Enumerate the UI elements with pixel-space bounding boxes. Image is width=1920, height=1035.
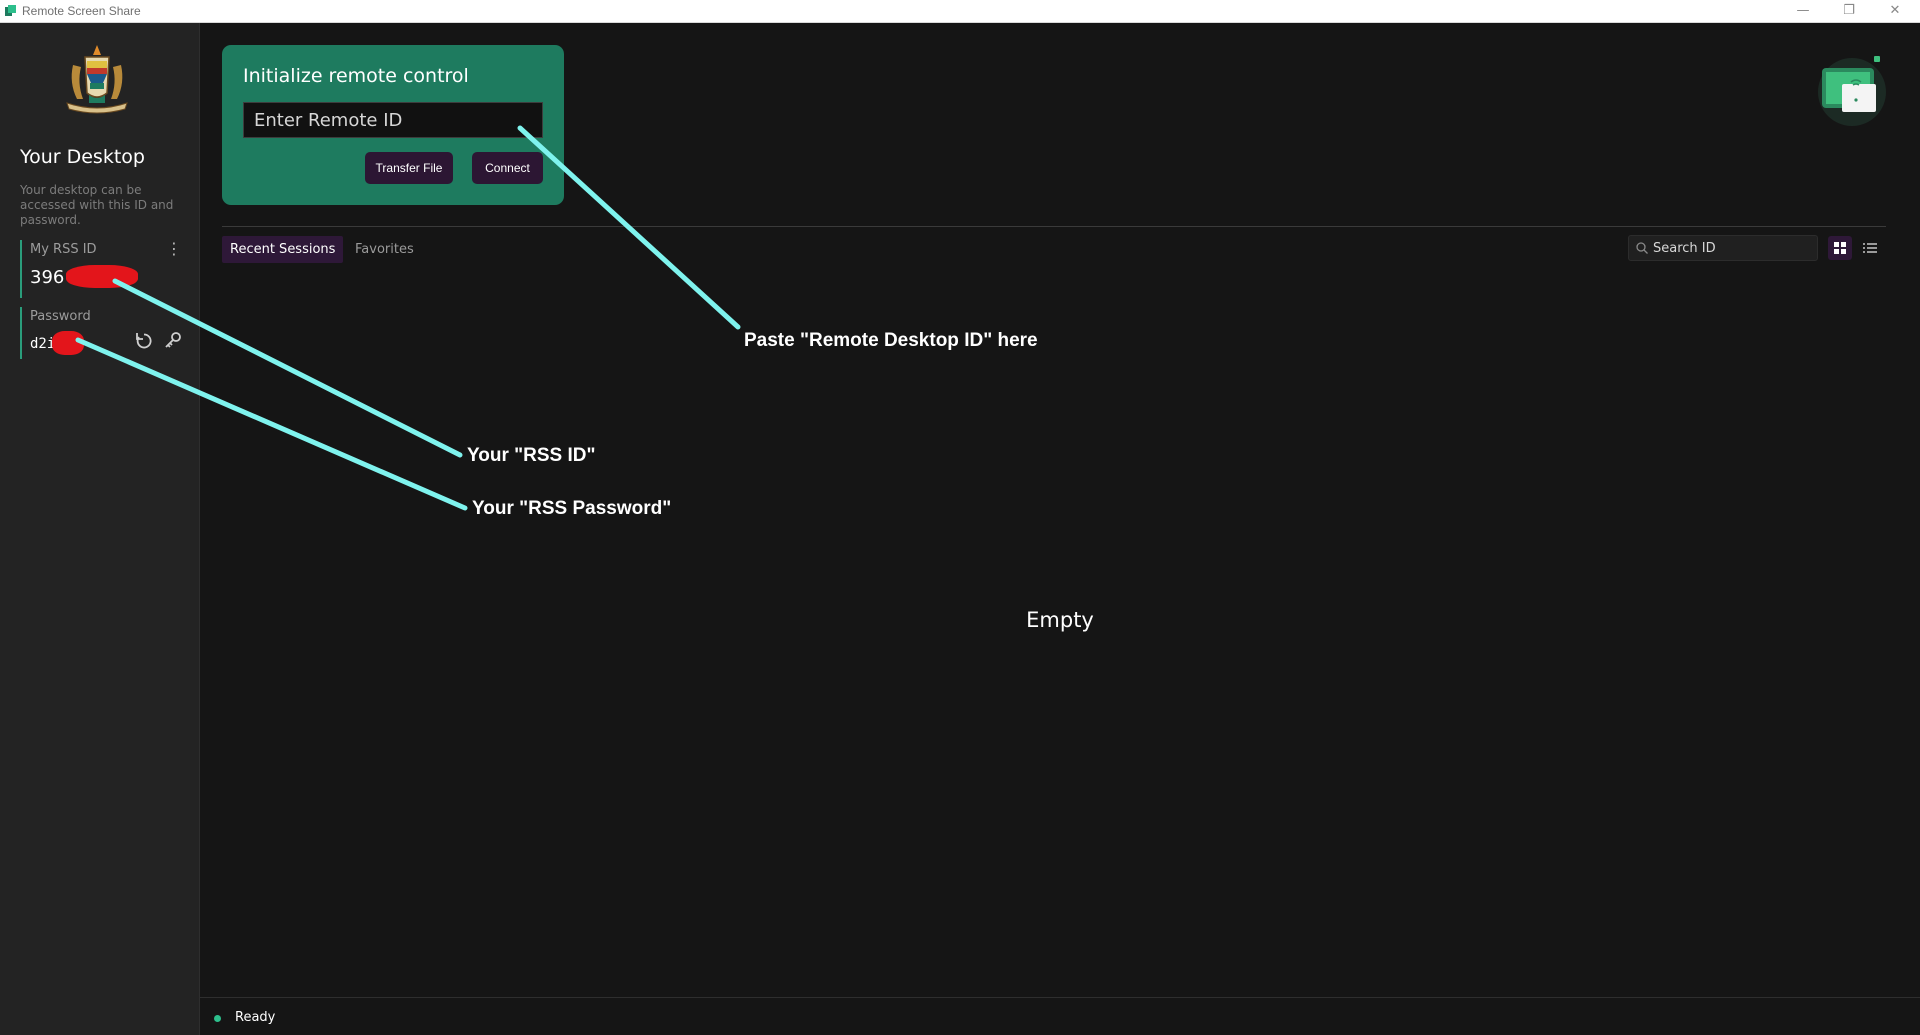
transfer-file-button[interactable]: Transfer File	[365, 152, 453, 184]
refresh-icon[interactable]	[134, 331, 154, 351]
annotation-rss-id-text: Your "RSS ID"	[467, 445, 596, 466]
redaction-mark	[66, 265, 138, 288]
status-indicator	[214, 1015, 221, 1022]
tab-recent-sessions[interactable]: Recent Sessions	[222, 236, 344, 263]
status-bar: Ready	[200, 997, 1920, 1035]
search-id-input[interactable]	[1653, 236, 1813, 260]
list-view-button[interactable]	[1858, 236, 1882, 260]
key-icon[interactable]	[163, 331, 183, 351]
password-panel: Password d2i	[20, 307, 182, 359]
remote-control-card: Initialize remote control Transfer File …	[222, 45, 564, 205]
connect-button[interactable]: Connect	[472, 152, 543, 184]
password-label: Password	[30, 309, 91, 324]
grid-view-icon	[1834, 242, 1846, 254]
search-icon	[1636, 242, 1648, 254]
app-logo-icon	[5, 5, 16, 16]
section-divider	[222, 226, 1886, 227]
minimize-button[interactable]: —	[1780, 0, 1826, 23]
title-bar: Remote Screen Share — ❐ ✕	[0, 0, 1920, 23]
remote-control-title: Initialize remote control	[243, 65, 469, 87]
empty-state-text: Empty	[1026, 608, 1094, 632]
rss-id-value[interactable]: 396	[30, 267, 64, 288]
rss-id-panel: My RSS ID ⋮ 396	[20, 240, 182, 298]
coat-of-arms-icon	[66, 45, 128, 114]
window-title: Remote Screen Share	[22, 4, 141, 18]
grid-view-button[interactable]	[1828, 236, 1852, 260]
sidebar: Your Desktop Your desktop can be accesse…	[0, 23, 200, 1035]
status-text: Ready	[235, 1010, 276, 1025]
close-button[interactable]: ✕	[1872, 0, 1918, 23]
more-options-icon[interactable]: ⋮	[166, 240, 182, 260]
rss-id-label: My RSS ID	[30, 242, 97, 257]
search-box	[1628, 235, 1818, 261]
desktop-help-text: Your desktop can be accessed with this I…	[20, 183, 174, 227]
restore-button[interactable]: ❐	[1826, 0, 1872, 23]
your-desktop-heading: Your Desktop	[20, 146, 145, 168]
annotation-remote-id-text: Paste "Remote Desktop ID" here	[744, 330, 1038, 351]
remote-id-input[interactable]	[243, 102, 543, 138]
remote-devices-illustration-icon	[1818, 56, 1886, 126]
tab-favorites[interactable]: Favorites	[347, 236, 422, 263]
redaction-mark	[52, 331, 84, 355]
list-view-icon	[1863, 243, 1877, 253]
annotation-rss-password-text: Your "RSS Password"	[472, 498, 672, 519]
